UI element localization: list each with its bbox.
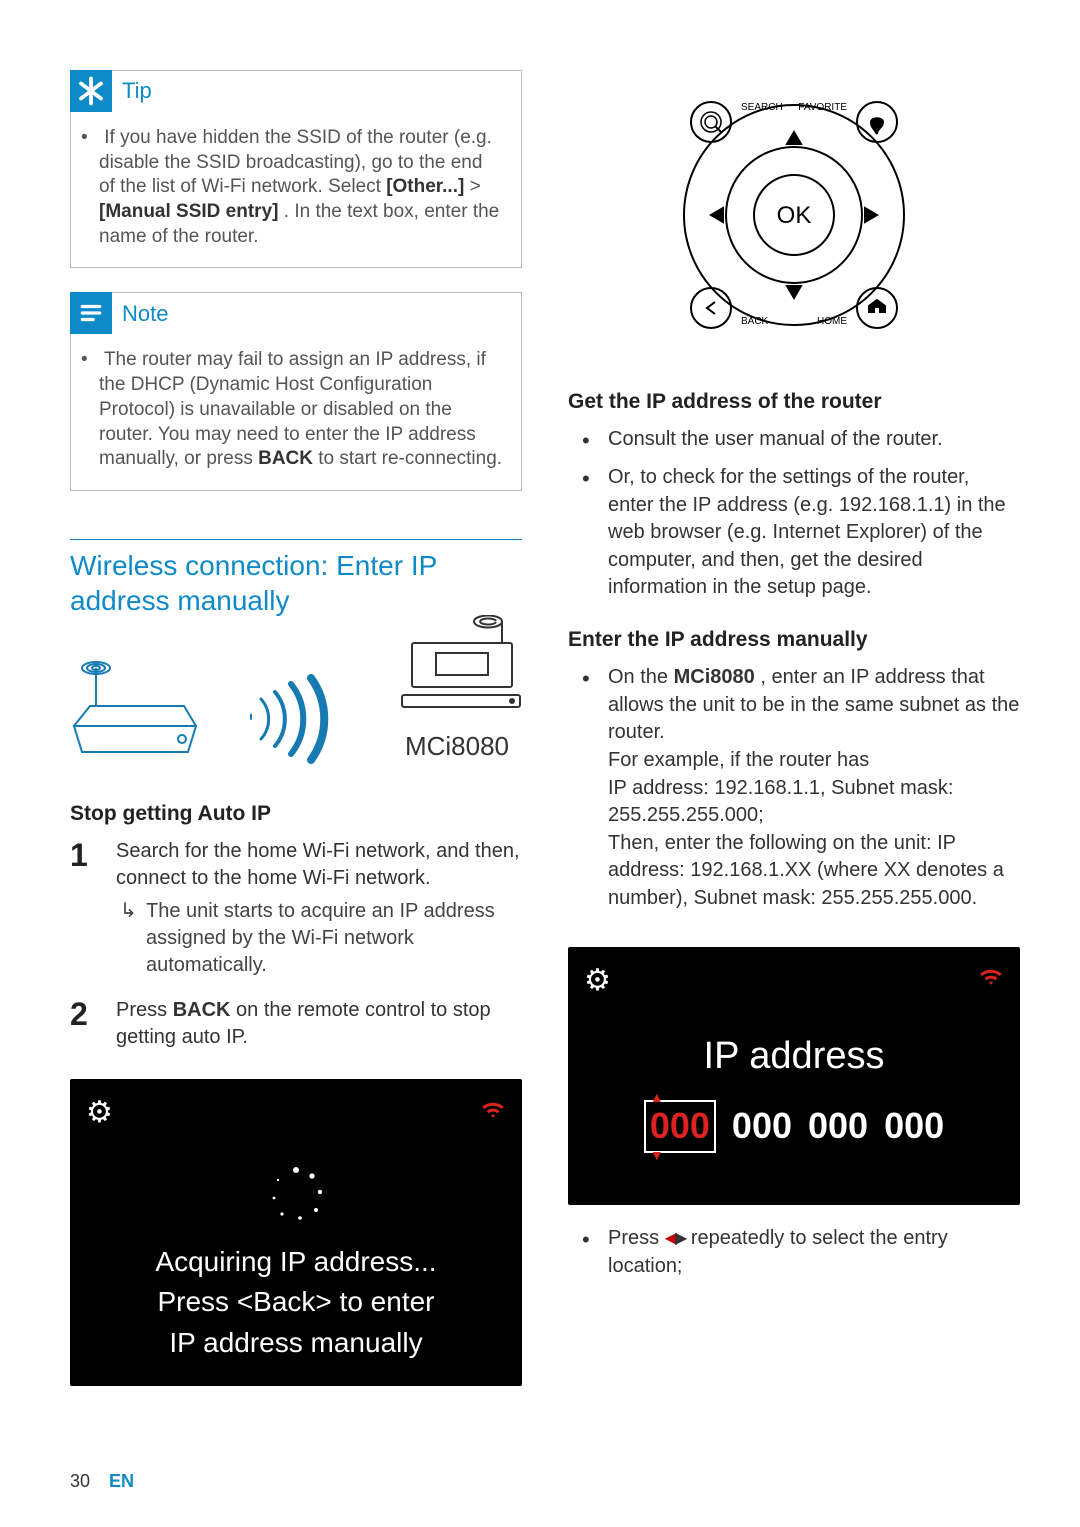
right-arrow-icon [865,208,877,222]
ip-octet-2: 000 [808,1102,868,1151]
spinner-icon [266,1164,326,1224]
note-title: Note [122,299,168,329]
heart-icon [871,118,883,134]
back-arrow-icon [707,302,715,314]
press-arrows-bullet: Press ◀▶ repeatedly to select the entry … [568,1225,1020,1280]
step-2-text-a: Press [116,999,173,1021]
remote-ok-label: OK [777,202,812,229]
step-1: Search for the home Wi-Fi network, and t… [70,838,522,979]
tip-title: Tip [122,76,152,106]
enter-ip-text-a: On the [608,666,674,688]
left-triangle-icon: ◀ [665,1230,675,1247]
get-ip-heading: Get the IP address of the router [568,388,1020,416]
up-arrow-icon [787,132,801,144]
down-arrow-icon [787,286,801,298]
connection-diagram: MCi8080 [70,624,522,764]
step-2: Press BACK on the remote control to stop… [70,997,522,1051]
note-text-2: to start re-connecting. [318,448,502,469]
home-icon [869,300,885,312]
step-2-bold: BACK [173,999,231,1021]
section-title: Wireless connection: Enter IP address ma… [70,548,522,618]
caret-up-icon: ▲ [650,1088,664,1107]
tip-bold-1: [Other...] [386,176,464,197]
device-icon [392,615,522,725]
screen1-line1: Acquiring IP address... [86,1242,506,1283]
get-ip-bullet-1: Consult the user manual of the router. [568,426,1020,454]
screen1-line2: Press <Back> to enter [86,1282,506,1323]
ip-screen-title: IP address [584,1031,1004,1082]
remote-navigation-diagram: OK SEARCH FAVORITE BACK HOME [669,80,919,350]
acquiring-ip-screen: ⚙ Acquiring IP address... Press <Back> t… [70,1079,522,1385]
remote-search-label: SEARCH [741,102,783,113]
remote-home-label: HOME [817,316,847,327]
tip-callout: Tip If you have hidden the SSID of the r… [70,70,522,268]
step-1-result: The unit starts to acquire an IP address… [116,898,522,979]
page-footer: 30 EN [70,1469,134,1493]
enter-ip-bold: MCi8080 [674,666,755,688]
gear-icon: ⚙ [86,1093,113,1134]
remote-back-label: BACK [741,316,769,327]
page-lang: EN [109,1471,134,1491]
note-icon [70,292,112,334]
ip-octet-0-selected: ▲ 000 ▼ [644,1100,716,1153]
right-triangle-icon: ▶ [675,1230,685,1247]
note-bold-1: BACK [258,448,313,469]
page-number: 30 [70,1471,90,1491]
tip-asterisk-icon [70,70,112,112]
note-body: The router may fail to assign an IP addr… [71,334,521,489]
ip-octet-1: 000 [732,1102,792,1151]
enter-ip-bullet-1: On the MCi8080 , enter an IP address tha… [568,664,1020,912]
enter-ip-p3: IP address: 192.168.1.1, Subnet mask: 25… [608,775,1020,830]
screen1-line3: IP address manually [86,1323,506,1364]
enter-ip-p2: For example, if the router has [608,747,1020,775]
step-1-text: Search for the home Wi-Fi network, and t… [116,840,520,889]
wifi-icon [480,1096,506,1131]
remote-favorite-label: FAVORITE [798,102,847,113]
caret-down-icon: ▼ [650,1146,664,1165]
section-divider [70,539,522,540]
wireless-waves-icon [241,674,351,764]
ip-address-entry-screen: ⚙ IP address ▲ 000 ▼ 000 000 000 [568,947,1020,1205]
note-callout: Note The router may fail to assign an IP… [70,292,522,490]
left-arrow-icon [711,208,723,222]
ip-octet-3: 000 [884,1102,944,1151]
router-icon [70,654,200,764]
press-arrows-a: Press [608,1227,665,1249]
stop-auto-ip-heading: Stop getting Auto IP [70,800,522,828]
gear-icon: ⚙ [584,961,611,1002]
ip-octet-0: 000 [650,1105,710,1146]
device-label: MCi8080 [405,729,509,764]
enter-ip-p4: Then, enter the following on the unit: I… [608,830,1020,913]
tip-bold-2: [Manual SSID entry] [99,201,278,222]
enter-ip-heading: Enter the IP address manually [568,626,1020,654]
tip-body: If you have hidden the SSID of the route… [71,112,521,267]
wifi-icon [978,963,1004,998]
get-ip-bullet-2: Or, to check for the settings of the rou… [568,464,1020,602]
tip-text-2: > [470,176,481,197]
